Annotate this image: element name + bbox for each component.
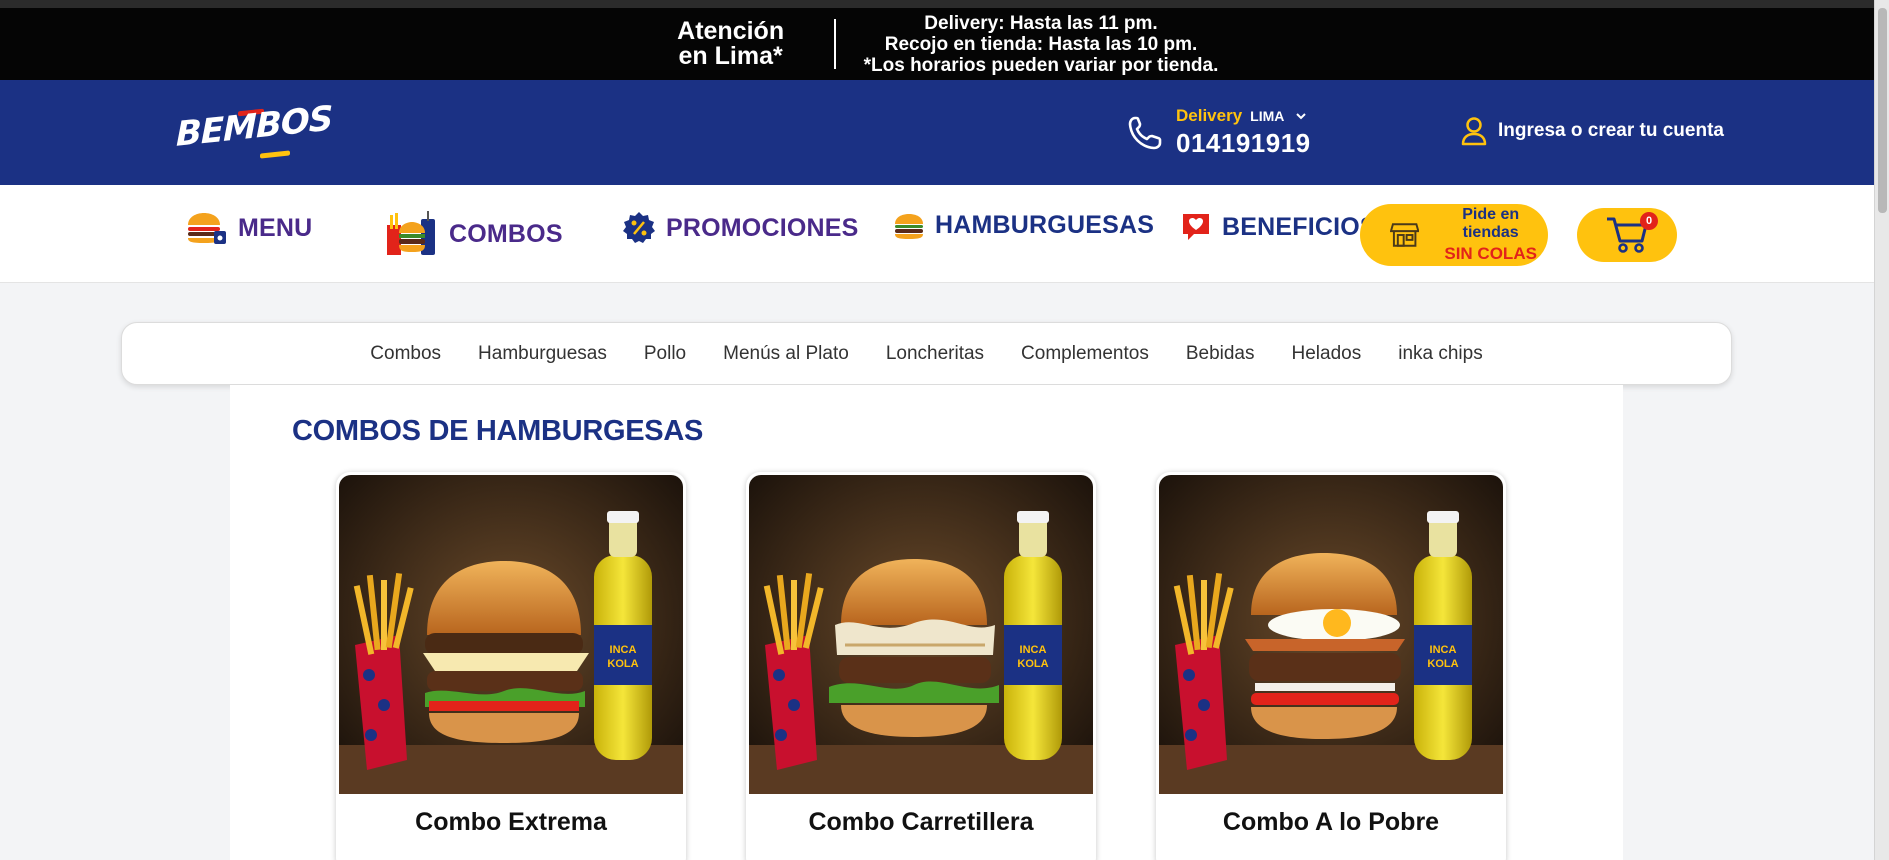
svg-text:INCA: INCA (610, 644, 637, 656)
stores-sublabel: SIN COLAS (1444, 244, 1537, 263)
cart-count-badge: 0 (1640, 212, 1658, 230)
category-combos[interactable]: Combos (370, 343, 441, 365)
burger-icon (895, 213, 923, 239)
nav-label-menu: MENU (238, 213, 313, 242)
category-inka-chips[interactable]: inka chips (1398, 343, 1483, 365)
city-selector[interactable]: LIMA (1250, 108, 1284, 124)
product-name: Combo A lo Pobre (1222, 808, 1440, 836)
category-bar: Combos Hamburguesas Pollo Menús al Plato… (121, 322, 1732, 385)
category-menus-al-plato[interactable]: Menús al Plato (723, 343, 849, 365)
product-name: Combo Carretillera (808, 808, 1034, 836)
delivery-info: Delivery LIMA 014191919 (1176, 106, 1311, 159)
product-image: INCA KOLA (339, 475, 683, 794)
hours-pickup: Recojo en tienda: Hasta las 10 pm. (884, 33, 1198, 55)
logo-yellow-accent (260, 150, 290, 159)
announcement-region: Atención en Lima* (656, 19, 806, 69)
main-nav: MENU COMBOS PROMOCIONES HAMBURGUESAS BEN… (0, 185, 1874, 283)
heart-badge-icon (1183, 214, 1209, 240)
product-image: INCA KOLA (1159, 475, 1503, 794)
delivery-label: Delivery (1176, 106, 1243, 125)
main-header: BEMBOS Delivery LIMA 014191919 Ingresa o… (0, 80, 1874, 185)
nav-item-promociones[interactable]: PROMOCIONES (622, 211, 859, 245)
category-helados[interactable]: Helados (1292, 343, 1362, 365)
nav-item-hamburguesas[interactable]: HAMBURGUESAS (893, 211, 1154, 240)
nav-label-promociones: PROMOCIONES (666, 213, 859, 242)
section-title: COMBOS DE HAMBURGESAS (292, 415, 704, 447)
combo-icon (387, 211, 435, 255)
percent-badge-icon (623, 212, 655, 243)
nav-item-combos[interactable]: COMBOS (385, 211, 563, 257)
announcement-bar: Atención en Lima* Delivery: Hasta las 11… (0, 0, 1874, 80)
svg-text:INCA: INCA (1430, 644, 1457, 656)
logo-text: BEMBOS (176, 98, 333, 155)
product-card[interactable]: INCA KOLA Combo Extrema (336, 472, 686, 860)
nav-label-beneficios: BENEFICIOS (1222, 212, 1377, 241)
category-bebidas[interactable]: Bebidas (1186, 343, 1255, 365)
svg-text:INCA: INCA (1020, 644, 1047, 656)
category-loncheritas[interactable]: Loncheritas (886, 343, 984, 365)
scrollbar-thumb[interactable] (1878, 8, 1887, 213)
product-card[interactable]: INCA KOLA Combo A lo Pobre (1156, 472, 1506, 860)
bembos-logo[interactable]: BEMBOS (176, 99, 332, 159)
svg-text:KOLA: KOLA (607, 658, 638, 670)
announcement-hours: Delivery: Hasta las 11 pm. Recojo en tie… (864, 13, 1219, 76)
announcement-region-line1: Atención (677, 17, 785, 45)
account-label: Ingresa o crear tu cuenta (1498, 120, 1724, 141)
nav-item-beneficios[interactable]: BENEFICIOS (1180, 211, 1377, 243)
announcement-region-line2: en Lima* (678, 42, 783, 70)
svg-text:KOLA: KOLA (1017, 658, 1048, 670)
cart-button[interactable]: 0 (1577, 208, 1677, 262)
store-icon (1390, 223, 1420, 247)
account-link[interactable]: Ingresa o crear tu cuenta (1460, 116, 1724, 146)
burger-menu-icon (188, 213, 226, 244)
product-section: COMBOS DE HAMBURGESAS INCA KOLA Combo Ex… (230, 385, 1623, 860)
category-hamburguesas[interactable]: Hamburguesas (478, 343, 607, 365)
delivery-phone-number[interactable]: 014191919 (1176, 128, 1311, 159)
order-in-store-button[interactable]: Pide en tiendas SIN COLAS (1360, 204, 1548, 266)
hours-delivery: Delivery: Hasta las 11 pm. (924, 12, 1158, 34)
nav-label-combos: COMBOS (449, 219, 563, 248)
phone-icon (1128, 116, 1162, 150)
announcement-divider (833, 19, 836, 69)
product-card[interactable]: INCA KOLA Combo Carretillera (746, 472, 1096, 860)
hours-note: *Los horarios pueden variar por tienda. (863, 54, 1219, 76)
user-icon (1461, 117, 1487, 146)
page-scrollbar[interactable] (1874, 0, 1889, 860)
nav-item-menu[interactable]: MENU (186, 211, 312, 245)
category-pollo[interactable]: Pollo (644, 343, 686, 365)
category-complementos[interactable]: Complementos (1021, 343, 1149, 365)
svg-text:KOLA: KOLA (1427, 658, 1458, 670)
product-name: Combo Extrema (415, 808, 607, 836)
product-image: INCA KOLA (749, 475, 1093, 794)
stores-label: Pide en tiendas (1462, 206, 1520, 241)
nav-label-hamburguesas: HAMBURGUESAS (935, 211, 1155, 239)
chevron-down-icon[interactable] (1294, 109, 1308, 123)
